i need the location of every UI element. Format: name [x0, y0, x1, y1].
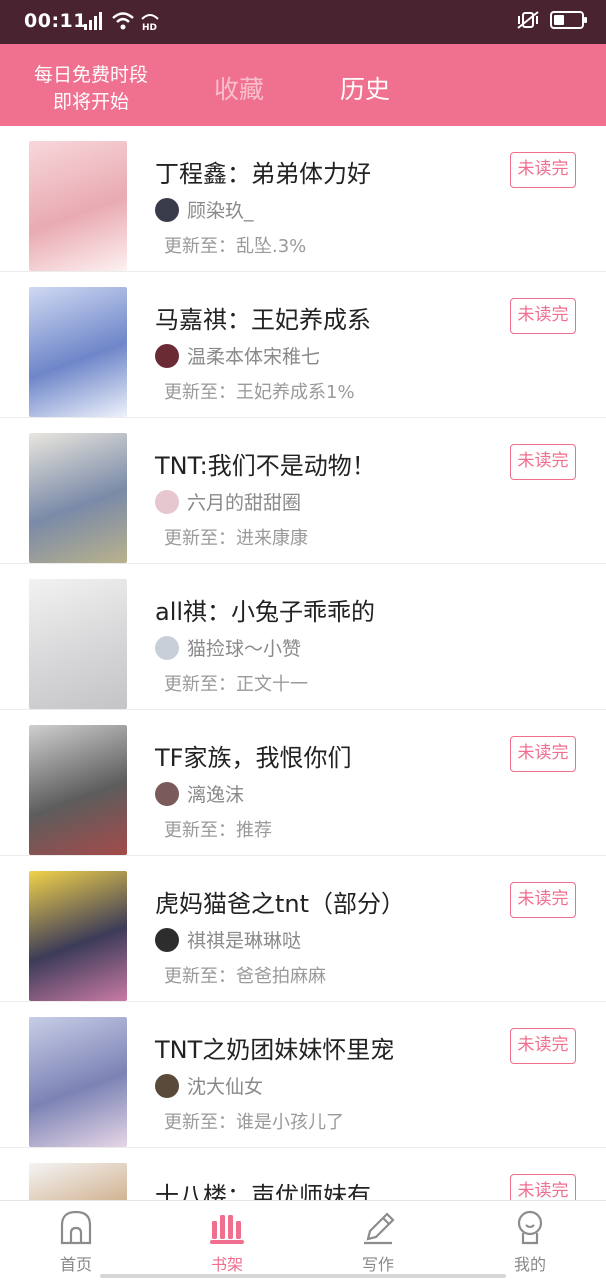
- book-cover[interactable]: [29, 871, 127, 1001]
- nav-write-label: 写作: [361, 1255, 394, 1274]
- author-avatar: [155, 635, 179, 660]
- author-row: 六月的甜甜圈: [155, 488, 301, 515]
- battery-icon: [550, 11, 587, 29]
- book-cover[interactable]: [29, 433, 127, 563]
- unread-badge: 未读完: [510, 1174, 576, 1200]
- nav-profile-label: 我的: [513, 1255, 546, 1274]
- author-name: 顾染玖_: [187, 200, 254, 222]
- book-title[interactable]: 马嘉祺：王妃养成系: [155, 300, 371, 335]
- bookshelf-icon: [210, 1215, 244, 1244]
- home-indicator: [100, 1274, 506, 1278]
- update-status: 更新至：进来康康: [164, 528, 308, 549]
- update-status: 更新至：王妃养成系1%: [164, 382, 355, 403]
- book-title[interactable]: TNT之奶团妹妹怀里宠: [155, 1030, 394, 1065]
- unread-badge: 未读完: [510, 1028, 576, 1064]
- vibrate-icon: [517, 11, 539, 29]
- status-indicators: HD: [84, 11, 160, 31]
- update-status: 更新至：推荐: [164, 820, 272, 841]
- book-cover[interactable]: [29, 141, 127, 271]
- author-avatar: [155, 343, 179, 368]
- book-title[interactable]: TF家族，我恨你们: [155, 738, 351, 773]
- author-row: 沈大仙女: [155, 1072, 263, 1099]
- profile-icon: [517, 1210, 543, 1245]
- book-list-item[interactable]: 马嘉祺：王妃养成系温柔本体宋稚七更新至：王妃养成系1% 未读完: [0, 272, 606, 418]
- author-avatar: [155, 489, 179, 514]
- author-row: 漓逸沫: [155, 780, 244, 807]
- book-list-item[interactable]: 十八楼：声优师妹有... 未读完: [0, 1148, 606, 1200]
- pencil-icon: [364, 1212, 395, 1245]
- top-header: 每日免费时段 即将开始 收藏 历史: [0, 44, 606, 126]
- nav-bookshelf-label: 书架: [210, 1255, 243, 1274]
- book-list-item[interactable]: 丁程鑫：弟弟体力好顾染玖_ 更新至：乱坠.3% 未读完: [0, 126, 606, 272]
- free-period-promo[interactable]: 每日免费时段 即将开始: [18, 62, 164, 116]
- book-cover[interactable]: [29, 287, 127, 417]
- author-name: 祺祺是琳琳哒: [187, 930, 302, 952]
- nav-home[interactable]: 首页: [31, 1209, 121, 1275]
- book-cover[interactable]: [29, 1017, 127, 1147]
- author-row: 温柔本体宋稚七: [155, 342, 320, 369]
- author-name: 温柔本体宋稚七: [187, 346, 321, 368]
- update-status: 更新至：爸爸拍麻麻: [164, 966, 326, 987]
- hd-icon: HD: [141, 14, 159, 31]
- nav-bookshelf[interactable]: 书架: [182, 1209, 272, 1275]
- book-list-item[interactable]: 虎妈猫爸之tnt（部分） 祺祺是琳琳哒更新至：爸爸拍麻麻 未读完: [0, 856, 606, 1002]
- book-list-item[interactable]: TF家族，我恨你们漓逸沫更新至：推荐 未读完: [0, 710, 606, 856]
- promo-line-1: 每日免费时段: [33, 64, 148, 86]
- nav-home-label: 首页: [59, 1255, 92, 1274]
- update-status: 更新至：乱坠.3%: [164, 236, 307, 257]
- book-cover[interactable]: [29, 579, 127, 709]
- book-list-item[interactable]: TNT:我们不是动物！ 六月的甜甜圈更新至：进来康康 未读完: [0, 418, 606, 564]
- author-row: 顾染玖_: [155, 196, 254, 223]
- status-bar: 00:11 HD: [0, 0, 606, 44]
- book-title[interactable]: 丁程鑫：弟弟体力好: [155, 154, 371, 189]
- status-time: 00:11: [24, 10, 87, 32]
- nav-write[interactable]: 写作: [333, 1209, 423, 1275]
- book-title[interactable]: 十八楼：声优师妹有...: [155, 1176, 394, 1200]
- history-list: 丁程鑫：弟弟体力好 顾染玖_ 更新至：乱坠.3% 未读完 马嘉祺：王妃养成系 温柔本体宋稚…: [0, 126, 606, 1200]
- svg-text:HD: HD: [142, 23, 157, 31]
- bottom-nav: 首页 书架 写作 我的: [0, 1200, 606, 1280]
- book-title[interactable]: TNT:我们不是动物！: [155, 446, 376, 481]
- author-name: 沈大仙女: [187, 1076, 264, 1098]
- author-row: 祺祺是琳琳哒: [155, 926, 301, 953]
- author-name: 六月的甜甜圈: [187, 492, 302, 514]
- author-avatar: [155, 1073, 179, 1098]
- book-cover[interactable]: [29, 1163, 127, 1200]
- unread-badge: 未读完: [510, 444, 576, 480]
- book-list-item[interactable]: TNT之奶团妹妹怀里宠沈大仙女更新至：谁是小孩儿了 未读完: [0, 1002, 606, 1148]
- author-avatar: [155, 197, 179, 222]
- nav-profile[interactable]: 我的: [485, 1209, 575, 1275]
- signal-icon: [84, 12, 102, 30]
- book-title[interactable]: 虎妈猫爸之tnt（部分）: [155, 884, 405, 919]
- unread-badge: 未读完: [510, 152, 576, 188]
- promo-line-2: 即将开始: [52, 91, 129, 113]
- tab-history[interactable]: 历史: [340, 70, 390, 106]
- home-icon: [60, 1210, 92, 1245]
- update-status: 更新至：正文十一: [164, 674, 308, 695]
- author-avatar: [155, 781, 179, 806]
- book-cover[interactable]: [29, 725, 127, 855]
- unread-badge: 未读完: [510, 298, 576, 334]
- author-name: 猫捡球～小赞: [187, 638, 302, 660]
- update-status: 更新至：谁是小孩儿了: [164, 1112, 344, 1133]
- author-name: 漓逸沫: [187, 784, 245, 806]
- author-avatar: [155, 927, 179, 952]
- tab-favorites[interactable]: 收藏: [214, 70, 264, 106]
- author-row: 猫捡球～小赞: [155, 634, 301, 661]
- status-right: [516, 10, 587, 30]
- unread-badge: 未读完: [510, 882, 576, 918]
- unread-badge: 未读完: [510, 736, 576, 772]
- book-list-item[interactable]: all祺：小兔子乖乖的猫捡球～小赞更新至：正文十一: [0, 564, 606, 710]
- book-title[interactable]: all祺：小兔子乖乖的: [155, 592, 375, 627]
- wifi-icon: [112, 12, 134, 30]
